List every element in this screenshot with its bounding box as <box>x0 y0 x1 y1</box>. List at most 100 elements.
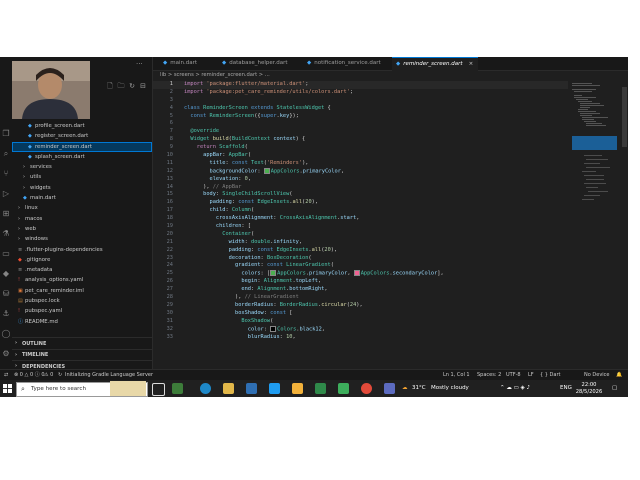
tree-item[interactable]: › services <box>12 162 152 172</box>
tab-main-dart[interactable]: ◆ main.dart <box>159 57 219 70</box>
code-line[interactable]: 23 decoration: BoxDecoration( <box>153 255 568 263</box>
tree-item[interactable]: ◆ .gitignore <box>12 255 152 265</box>
weather-description[interactable]: Mostly cloudy <box>431 380 469 397</box>
code-line[interactable]: 12 backgroundColor: AppColors.primaryCol… <box>153 167 568 176</box>
color-swatch[interactable] <box>263 167 270 174</box>
close-icon[interactable]: × <box>469 61 474 67</box>
section-outline[interactable]: › OUTLINE <box>12 337 152 349</box>
new-file-icon[interactable]: 🗋 <box>106 82 114 93</box>
code-line[interactable]: 33 blurRadius: 10, <box>153 334 568 342</box>
app-icon[interactable] <box>172 383 183 394</box>
search-icon[interactable]: ⌕ <box>1 149 11 159</box>
tree-item[interactable]: › macos <box>12 214 152 224</box>
minimap[interactable] <box>570 81 620 231</box>
code-line[interactable]: 31 BoxShadow( <box>153 318 568 326</box>
code-line[interactable]: 16 padding: const EdgeInsets.all(20), <box>153 199 568 207</box>
collapse-all-icon[interactable]: ⊟ <box>139 82 147 93</box>
testing-icon[interactable]: ⚗ <box>1 229 11 239</box>
tree-item[interactable]: ! pubspec.yaml <box>12 306 152 316</box>
code-line[interactable]: 26 begin: Alignment.topLeft, <box>153 278 568 286</box>
code-line[interactable]: 30 boxShadow: const [ <box>153 310 568 318</box>
code-line[interactable]: 9 return Scaffold( <box>153 144 568 152</box>
tree-item[interactable]: ⓘ README.md <box>12 317 152 327</box>
code-line[interactable]: 24 gradient: const LinearGradient( <box>153 262 568 270</box>
input-language[interactable]: ENG <box>560 380 572 397</box>
code-line[interactable]: 22 padding: const EdgeInsets.all(20), <box>153 247 568 255</box>
app-icon[interactable] <box>384 383 395 394</box>
code-line[interactable]: 28 ), // LinearGradient <box>153 294 568 302</box>
gear-icon[interactable]: ⚙ <box>1 349 11 359</box>
weather-temperature[interactable]: 31°C <box>412 380 426 397</box>
code-line[interactable]: 10 appBar: AppBar( <box>153 152 568 160</box>
tray-icons[interactable]: ⌃ ☁ ▭ ◈ ♪ <box>500 380 530 397</box>
code-line[interactable]: 21 width: double.infinity, <box>153 239 568 247</box>
tree-item[interactable]: ! analysis_options.yaml <box>12 275 152 285</box>
code-line[interactable]: 14 ), // AppBar <box>153 184 568 192</box>
code-line[interactable]: 2 import 'package:pet_care_reminder/utils… <box>153 89 568 97</box>
code-editor[interactable]: 1 import 'package:flutter/material.dart';… <box>153 81 568 367</box>
tab-notification-service-dart[interactable]: ◆ notification_service.dart <box>303 57 393 70</box>
color-swatch[interactable] <box>270 270 277 277</box>
system-clock[interactable]: 22:00 28/5/2026 <box>574 382 604 395</box>
code-line[interactable]: 5 const ReminderScreen({super.key}); <box>153 113 568 121</box>
code-line[interactable]: 29 borderRadius: BorderRadius.circular(2… <box>153 302 568 310</box>
tree-item[interactable]: › utils <box>12 172 152 182</box>
tree-item[interactable]: ▣ pet_care_reminder.iml <box>12 286 152 296</box>
tree-item[interactable]: › web <box>12 224 152 234</box>
weather-icon[interactable]: ☁ <box>402 380 408 397</box>
tree-item[interactable]: ◆ splash_screen.dart <box>12 152 152 162</box>
task-view-icon[interactable] <box>152 383 165 396</box>
windows-start-icon[interactable] <box>3 384 12 393</box>
tab-database-helper-dart[interactable]: ◆ database_helper.dart <box>218 57 304 70</box>
app-icon[interactable] <box>338 383 349 394</box>
extensions-icon[interactable]: ⊞ <box>1 209 11 219</box>
remote-explorer-icon[interactable]: ▭ <box>1 249 11 259</box>
tree-item[interactable]: ▤ pubspec.lock <box>12 296 152 306</box>
refresh-icon[interactable]: ↻ <box>128 82 136 93</box>
code-line[interactable]: 11 title: const Text('Reminders'), <box>153 160 568 168</box>
code-line[interactable]: 32 color: Colors.black12, <box>153 325 568 334</box>
tree-item[interactable]: ◆ profile_screen.dart <box>12 121 152 131</box>
color-swatch[interactable] <box>353 270 360 277</box>
editor-scrollbar[interactable] <box>622 87 627 147</box>
tree-item[interactable]: › linux <box>12 203 152 213</box>
tree-item[interactable]: ≡ .metadata <box>12 265 152 275</box>
database-icon[interactable]: ⛁ <box>1 289 11 299</box>
section-timeline[interactable]: › TIMELINE <box>12 348 152 361</box>
code-line[interactable]: 25 colors: [AppColors.primaryColor, AppC… <box>153 270 568 278</box>
flutter-icon[interactable]: ◆ <box>1 269 11 279</box>
code-line[interactable]: 1 import 'package:flutter/material.dart'; <box>153 81 568 89</box>
code-line[interactable]: 27 end: Alignment.bottomRight, <box>153 286 568 294</box>
tree-item[interactable]: ◆ reminder_screen.dart <box>12 141 152 152</box>
explorer-icon[interactable]: ❐ <box>1 129 11 139</box>
code-line[interactable]: 3 <box>153 97 568 105</box>
new-folder-icon[interactable]: 🗀 <box>117 82 125 93</box>
code-line[interactable]: 13 elevation: 0, <box>153 176 568 184</box>
vscode-icon[interactable] <box>269 383 280 394</box>
code-line[interactable]: 7 @override <box>153 128 568 136</box>
notification-center-icon[interactable]: ▢ <box>612 380 617 397</box>
tree-item[interactable]: ≡ .flutter-plugins-dependencies <box>12 245 152 255</box>
breadcrumb[interactable]: lib > screens > reminder_screen.dart > .… <box>160 71 270 80</box>
tree-item[interactable]: ◆ main.dart <box>12 193 152 203</box>
code-line[interactable]: 20 Container( <box>153 231 568 239</box>
docker-icon[interactable]: ⚓ <box>1 309 11 319</box>
code-line[interactable]: 17 child: Column( <box>153 207 568 215</box>
edge-icon[interactable] <box>200 383 211 394</box>
code-line[interactable]: 4 class ReminderScreen extends StatelessW… <box>153 105 568 113</box>
tree-item[interactable]: › windows <box>12 234 152 244</box>
run-debug-icon[interactable]: ▷ <box>1 189 11 199</box>
app-icon[interactable] <box>315 383 326 394</box>
account-icon[interactable]: ◯ <box>1 329 11 339</box>
code-line[interactable]: 8 Widget build(BuildContext context) { <box>153 136 568 144</box>
tree-item[interactable]: ◆ register_screen.dart <box>12 131 152 141</box>
more-actions-icon[interactable]: ··· <box>136 60 143 68</box>
code-line[interactable]: 18 crossAxisAlignment: CrossAxisAlignmen… <box>153 215 568 223</box>
app-icon[interactable] <box>292 383 303 394</box>
code-line[interactable]: 19 children: [ <box>153 223 568 231</box>
tree-item[interactable]: › widgets <box>12 183 152 193</box>
chrome-icon[interactable] <box>361 383 372 394</box>
color-swatch[interactable] <box>270 325 277 332</box>
code-line[interactable]: 6 <box>153 120 568 128</box>
source-control-icon[interactable]: ⑂ <box>1 169 11 179</box>
